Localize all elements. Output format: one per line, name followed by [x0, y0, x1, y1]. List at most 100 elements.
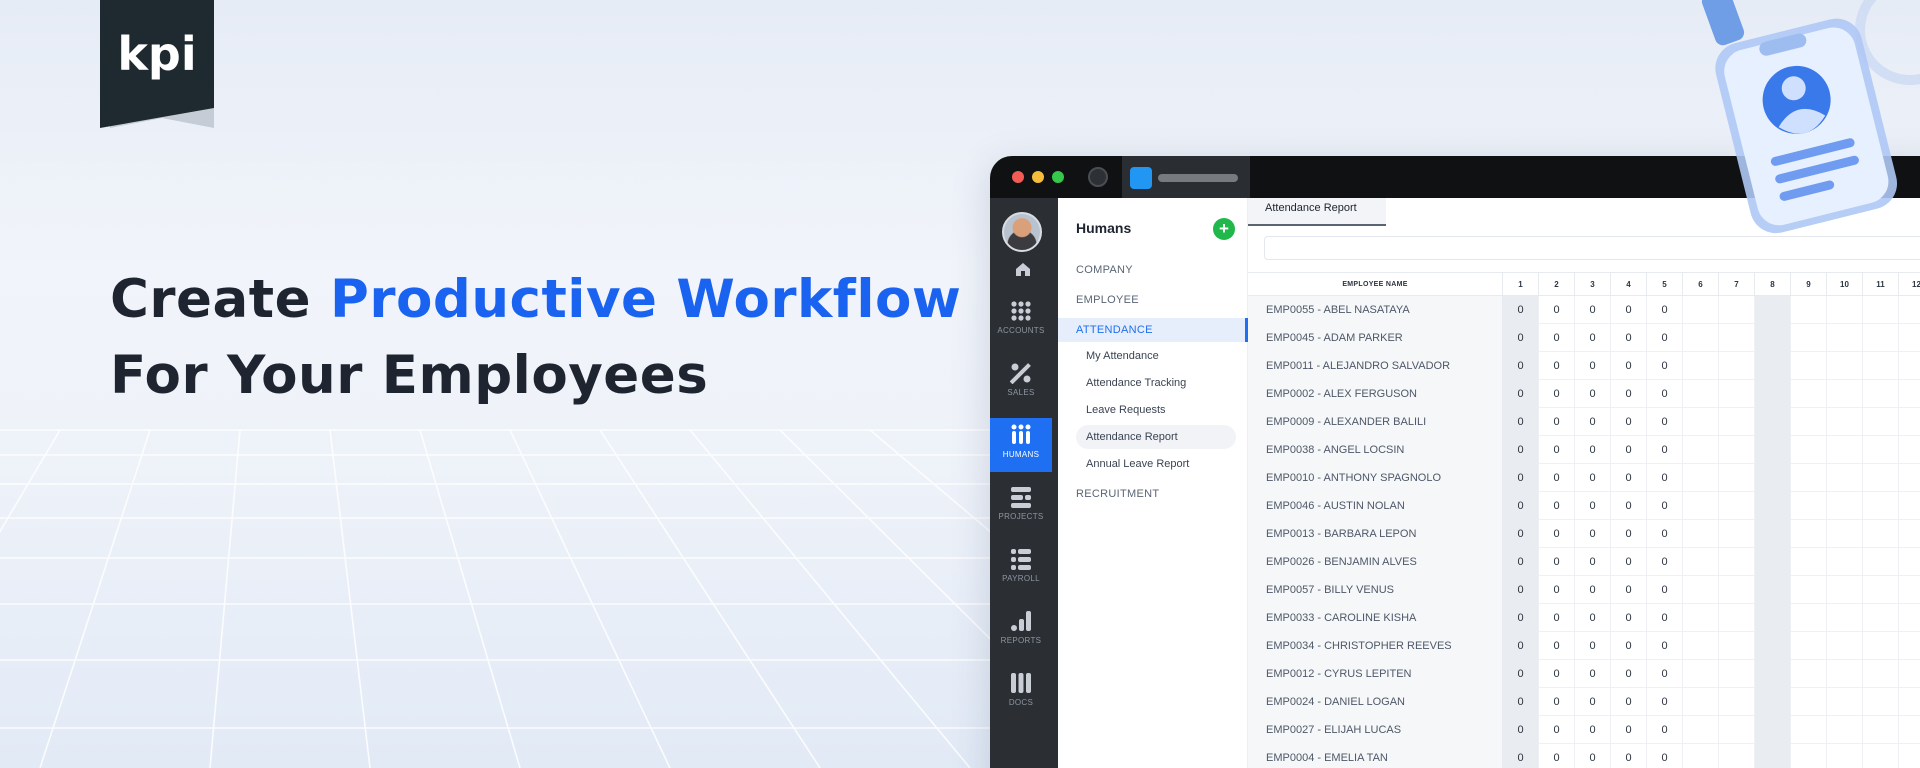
attendance-cell[interactable] [1683, 660, 1719, 688]
attendance-cell[interactable] [1863, 576, 1899, 604]
attendance-cell[interactable] [1719, 548, 1755, 576]
column-header-day[interactable]: 6 [1683, 273, 1719, 297]
attendance-cell[interactable] [1683, 464, 1719, 492]
attendance-cell[interactable]: 0 [1647, 576, 1683, 604]
attendance-cell[interactable] [1791, 380, 1827, 408]
attendance-cell[interactable]: 0 [1611, 604, 1647, 632]
attendance-cell[interactable]: 0 [1575, 324, 1611, 352]
table-row[interactable]: EMP0027 - ELIJAH LUCAS 0 0 0 0 0 [1248, 716, 1920, 744]
attendance-cell[interactable] [1791, 604, 1827, 632]
attendance-cell[interactable] [1827, 576, 1863, 604]
attendance-cell[interactable] [1683, 716, 1719, 744]
attendance-cell[interactable] [1719, 576, 1755, 604]
attendance-cell[interactable] [1899, 296, 1920, 324]
attendance-cell[interactable]: 0 [1539, 352, 1575, 380]
attendance-cell[interactable] [1683, 604, 1719, 632]
attendance-cell[interactable] [1791, 352, 1827, 380]
attendance-cell[interactable]: 0 [1611, 352, 1647, 380]
attendance-cell[interactable]: 0 [1647, 604, 1683, 632]
attendance-cell[interactable]: 0 [1539, 660, 1575, 688]
attendance-cell[interactable] [1899, 744, 1920, 768]
attendance-cell[interactable] [1899, 688, 1920, 716]
subnav-section-recruitment[interactable]: RECRUITMENT [1076, 488, 1159, 500]
attendance-cell[interactable]: 0 [1539, 436, 1575, 464]
attendance-cell[interactable]: 0 [1611, 744, 1647, 768]
attendance-cell[interactable] [1719, 464, 1755, 492]
attendance-cell[interactable] [1683, 296, 1719, 324]
attendance-cell[interactable] [1791, 548, 1827, 576]
attendance-cell[interactable]: 0 [1611, 436, 1647, 464]
subnav-section-employee[interactable]: EMPLOYEE [1076, 294, 1139, 306]
attendance-cell[interactable] [1863, 408, 1899, 436]
attendance-cell[interactable] [1863, 464, 1899, 492]
attendance-cell[interactable] [1827, 520, 1863, 548]
column-header-day[interactable]: 10 [1827, 273, 1863, 297]
attendance-cell[interactable]: 0 [1503, 744, 1539, 768]
attendance-cell[interactable] [1899, 548, 1920, 576]
attendance-cell[interactable]: 0 [1575, 744, 1611, 768]
attendance-cell[interactable] [1791, 464, 1827, 492]
attendance-cell[interactable] [1683, 744, 1719, 768]
attendance-cell[interactable]: 0 [1611, 688, 1647, 716]
attendance-cell[interactable] [1683, 548, 1719, 576]
attendance-cell[interactable]: 0 [1575, 436, 1611, 464]
attendance-cell[interactable]: 0 [1503, 520, 1539, 548]
attendance-cell[interactable] [1683, 632, 1719, 660]
attendance-cell[interactable]: 0 [1611, 492, 1647, 520]
attendance-cell[interactable]: 0 [1503, 688, 1539, 716]
attendance-cell[interactable] [1899, 436, 1920, 464]
attendance-cell[interactable] [1719, 436, 1755, 464]
close-window-button[interactable] [1012, 171, 1024, 183]
attendance-cell[interactable]: 0 [1647, 324, 1683, 352]
attendance-cell[interactable]: 0 [1539, 520, 1575, 548]
attendance-cell[interactable]: 0 [1647, 688, 1683, 716]
attendance-cell[interactable]: 0 [1539, 688, 1575, 716]
attendance-cell[interactable] [1899, 408, 1920, 436]
attendance-cell[interactable] [1827, 408, 1863, 436]
attendance-cell[interactable] [1719, 520, 1755, 548]
table-row[interactable]: EMP0057 - BILLY VENUS 0 0 0 0 0 [1248, 576, 1920, 604]
attendance-cell[interactable] [1863, 492, 1899, 520]
table-row[interactable]: EMP0034 - CHRISTOPHER REEVES 0 0 0 0 0 [1248, 632, 1920, 660]
attendance-cell[interactable]: 0 [1503, 604, 1539, 632]
attendance-cell[interactable] [1827, 492, 1863, 520]
attendance-cell[interactable] [1899, 464, 1920, 492]
attendance-cell[interactable] [1827, 604, 1863, 632]
subnav-item-attendance-tracking[interactable]: Attendance Tracking [1086, 377, 1186, 389]
attendance-cell[interactable] [1899, 576, 1920, 604]
attendance-cell[interactable]: 0 [1575, 464, 1611, 492]
attendance-cell[interactable]: 0 [1611, 408, 1647, 436]
attendance-cell[interactable] [1899, 632, 1920, 660]
attendance-cell[interactable]: 0 [1539, 604, 1575, 632]
attendance-cell[interactable]: 0 [1503, 352, 1539, 380]
attendance-cell[interactable]: 0 [1539, 716, 1575, 744]
attendance-cell[interactable] [1827, 296, 1863, 324]
rail-item-humans[interactable]: HUMANS [990, 418, 1052, 472]
column-header-day[interactable]: 5 [1647, 273, 1683, 297]
attendance-cell[interactable]: 0 [1503, 408, 1539, 436]
attendance-cell[interactable]: 0 [1539, 548, 1575, 576]
table-row[interactable]: EMP0033 - CAROLINE KISHA 0 0 0 0 0 [1248, 604, 1920, 632]
column-header-day[interactable]: 12 [1899, 273, 1920, 297]
attendance-cell[interactable] [1755, 660, 1791, 688]
attendance-cell[interactable]: 0 [1611, 380, 1647, 408]
table-row[interactable]: EMP0009 - ALEXANDER BALILI 0 0 0 0 0 [1248, 408, 1920, 436]
attendance-cell[interactable] [1827, 352, 1863, 380]
attendance-cell[interactable] [1755, 436, 1791, 464]
attendance-cell[interactable]: 0 [1539, 744, 1575, 768]
attendance-cell[interactable] [1683, 352, 1719, 380]
attendance-cell[interactable]: 0 [1503, 324, 1539, 352]
add-button[interactable]: + [1213, 218, 1235, 240]
attendance-cell[interactable] [1755, 548, 1791, 576]
column-header-day[interactable]: 9 [1791, 273, 1827, 297]
tab-attendance-report[interactable]: Attendance Report [1248, 198, 1386, 226]
attendance-cell[interactable] [1719, 744, 1755, 768]
home-icon[interactable] [1014, 260, 1032, 278]
attendance-cell[interactable] [1863, 548, 1899, 576]
attendance-cell[interactable] [1755, 576, 1791, 604]
attendance-cell[interactable] [1791, 492, 1827, 520]
table-row[interactable]: EMP0011 - ALEJANDRO SALVADOR 0 0 0 0 0 [1248, 352, 1920, 380]
attendance-cell[interactable] [1827, 688, 1863, 716]
attendance-cell[interactable]: 0 [1647, 352, 1683, 380]
attendance-cell[interactable] [1791, 660, 1827, 688]
